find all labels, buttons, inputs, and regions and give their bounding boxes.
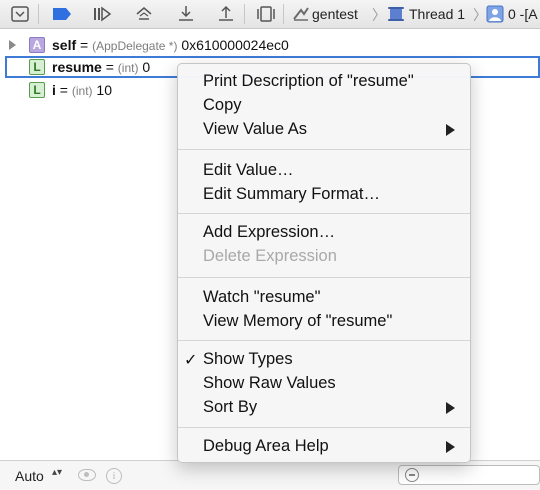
menu-separator (178, 277, 470, 278)
menu-item-label: View Value As (203, 120, 307, 138)
variable-type: (AppDelegate *) (92, 39, 178, 53)
chevron-right-icon: 〉 (372, 7, 386, 23)
menu-item-label: Edit Value… (203, 161, 294, 179)
continue-button[interactable] (92, 5, 112, 23)
variable-equals: = (55, 82, 72, 98)
hide-debug-area-button[interactable] (10, 5, 30, 23)
continue-icon (94, 6, 112, 22)
step-over-button[interactable] (134, 5, 154, 23)
debug-bar: gentest 〉 Thread 1 〉 0 -[A (0, 0, 540, 29)
variable-value: 0 (138, 59, 151, 75)
breadcrumb-target-label: gentest (312, 6, 358, 22)
menu-item-edit-summary-format[interactable]: Edit Summary Format… (178, 183, 470, 207)
debug-area: gentest 〉 Thread 1 〉 0 -[A A self = (App… (0, 0, 540, 490)
breadcrumb-thread-label: Thread 1 (409, 6, 466, 22)
variable-value: 10 (92, 82, 112, 98)
info-icon[interactable]: i (106, 468, 122, 484)
disclosure-triangle-icon[interactable] (9, 40, 16, 50)
quick-look-eye-icon[interactable] (78, 469, 96, 481)
variable-value: 0x610000024ec0 (177, 37, 289, 53)
menu-item-label: Sort By (203, 398, 258, 416)
breadcrumb-frame[interactable]: 0 -[A (486, 4, 538, 24)
menu-item-label: Watch "resume" (203, 288, 321, 306)
menu-item-print-description[interactable]: Print Description of "resume" (178, 70, 470, 94)
menu-separator (178, 427, 470, 428)
menu-item-label: Delete Expression (203, 247, 337, 265)
menu-item-show-raw-values[interactable]: Show Raw Values (178, 372, 470, 396)
variable-equals: = (76, 37, 93, 53)
argument-badge-icon: A (29, 37, 45, 53)
variable-text: resume = (int) 0 (52, 59, 150, 75)
filter-field[interactable] (398, 465, 540, 485)
context-menu: Print Description of "resume" Copy View … (177, 63, 471, 463)
breakpoint-icon (53, 8, 71, 20)
step-out-button[interactable] (216, 5, 236, 23)
breadcrumb-target[interactable]: gentest (292, 4, 358, 24)
local-badge-icon: L (29, 82, 45, 98)
menu-item-view-value-as[interactable]: View Value As (178, 118, 470, 142)
step-over-icon (136, 7, 152, 20)
menu-item-label: Copy (203, 96, 242, 114)
submenu-arrow-icon (446, 441, 455, 453)
step-into-button[interactable] (176, 5, 196, 23)
filter-icon (405, 468, 419, 482)
menu-separator (178, 213, 470, 214)
user-code-icon (486, 5, 504, 23)
menu-item-label: Debug Area Help (203, 437, 329, 455)
menu-item-label: Edit Summary Format… (203, 185, 380, 203)
variable-text: self = (AppDelegate *) 0x610000024ec0 (52, 37, 289, 53)
app-target-icon (293, 7, 309, 21)
menu-item-edit-value[interactable]: Edit Value… (178, 159, 470, 183)
toolbar-separator (38, 4, 39, 24)
breakpoints-toggle-button[interactable] (52, 5, 72, 23)
variable-type: (int) (117, 61, 139, 75)
menu-item-delete-expression: Delete Expression (178, 245, 470, 269)
submenu-arrow-icon (446, 124, 455, 136)
menu-separator (178, 340, 470, 341)
variable-name: self (52, 37, 77, 53)
menu-item-watch[interactable]: Watch "resume" (178, 286, 470, 310)
thread-icon (388, 7, 404, 21)
menu-separator (178, 149, 470, 150)
menu-item-label: Print Description of "resume" (203, 72, 414, 90)
variable-type: (int) (71, 84, 93, 98)
variable-equals: = (101, 59, 118, 75)
local-badge-icon: L (29, 59, 45, 75)
scope-popup-label[interactable]: Auto (15, 468, 44, 484)
menu-item-debug-area-help[interactable]: Debug Area Help (178, 435, 470, 459)
menu-item-sort-by[interactable]: Sort By (178, 396, 470, 420)
menu-item-label: Add Expression… (203, 223, 336, 241)
checkmark-icon: ✓ (184, 352, 198, 369)
variable-text: i = (int) 10 (52, 82, 112, 98)
variable-row-self[interactable]: A self = (AppDelegate *) 0x610000024ec0 (0, 34, 540, 56)
menu-item-add-expression[interactable]: Add Expression… (178, 221, 470, 245)
view-hierarchy-icon (257, 6, 275, 22)
chevron-right-icon: 〉 (473, 7, 487, 23)
breadcrumb-frame-label: 0 -[A (508, 6, 538, 22)
menu-item-label: View Memory of "resume" (203, 312, 393, 330)
hide-panel-icon (11, 6, 29, 22)
debug-view-hierarchy-button[interactable] (256, 5, 276, 23)
step-into-icon (179, 6, 193, 21)
menu-item-label: Show Raw Values (203, 374, 336, 392)
menu-item-copy[interactable]: Copy (178, 94, 470, 118)
step-out-icon (219, 5, 233, 21)
toolbar-separator (244, 4, 245, 24)
menu-item-view-memory[interactable]: View Memory of "resume" (178, 310, 470, 334)
variable-name: resume (52, 59, 102, 75)
scope-popup-stepper-icon[interactable]: ▴▾ (52, 468, 62, 478)
menu-item-label: Show Types (203, 350, 293, 368)
menu-item-show-types[interactable]: ✓ Show Types (178, 348, 470, 372)
submenu-arrow-icon (446, 402, 455, 414)
toolbar-separator (283, 4, 284, 24)
breadcrumb-thread[interactable]: Thread 1 (386, 4, 465, 24)
